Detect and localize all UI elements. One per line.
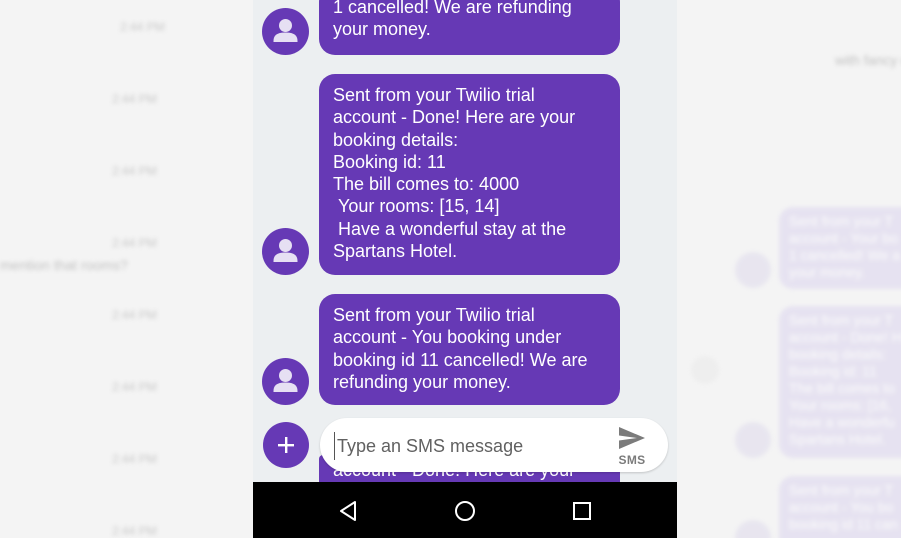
- home-circle-icon: [455, 501, 475, 521]
- background-snippet: mention that rooms?: [0, 257, 128, 273]
- background-header-snippet: with fancy c: [835, 52, 901, 68]
- background-avatar: [735, 520, 771, 540]
- background-timestamp: 2:44 PM: [112, 380, 157, 394]
- send-label: SMS: [618, 453, 646, 467]
- background-avatar: [735, 422, 771, 458]
- background-timestamp: 2:44 PM: [112, 308, 157, 322]
- background-timestamp: 2:44 PM: [112, 92, 157, 106]
- send-sms-button[interactable]: SMS: [606, 422, 658, 468]
- home-button[interactable]: [450, 496, 480, 526]
- background-bubble: Sent from your T account - Done! H booki…: [779, 306, 901, 458]
- message-bubble: Sent from your Twilio trial account - Yo…: [319, 294, 620, 405]
- person-icon: [262, 228, 309, 275]
- background-right-panel: with fancy c Sent from your T account - …: [677, 0, 901, 540]
- back-button[interactable]: [333, 496, 363, 526]
- sms-thread-screen: 1 cancelled! We are refunding your money…: [253, 0, 677, 538]
- person-icon: [262, 358, 309, 405]
- background-timestamp: 2:44 PM: [112, 524, 157, 538]
- recents-square-icon: [573, 502, 591, 520]
- background-timestamp: 2:44 PM: [112, 452, 157, 466]
- background-avatar: [735, 252, 771, 288]
- background-timestamp: 2:44 PM: [120, 20, 165, 34]
- compose-box: SMS: [320, 418, 668, 472]
- background-left-panel: 2:44 PM 2:44 PM 2:44 PM 2:44 PM mention …: [0, 0, 253, 540]
- navigation-bar: [253, 482, 677, 538]
- sms-message-input[interactable]: [334, 432, 589, 460]
- background-timestamp: 2:44 PM: [112, 164, 157, 178]
- background-timestamp: 2:44 PM: [112, 236, 157, 250]
- message-bubble: 1 cancelled! We are refunding your money…: [319, 0, 620, 55]
- background-bubble: Sent from your T account - Your bo 1 can…: [779, 207, 901, 289]
- message-bubble: Sent from your Twilio trial account - Do…: [319, 74, 620, 275]
- back-triangle-icon: [340, 501, 356, 521]
- plus-icon: [278, 437, 294, 453]
- recents-button[interactable]: [567, 496, 597, 526]
- background-bubble: Sent from your T account - You bo bookin…: [779, 476, 901, 540]
- add-attachment-button[interactable]: [263, 422, 309, 468]
- person-icon: [262, 8, 309, 55]
- background-forward-icon: [691, 356, 719, 384]
- send-icon: [619, 427, 645, 449]
